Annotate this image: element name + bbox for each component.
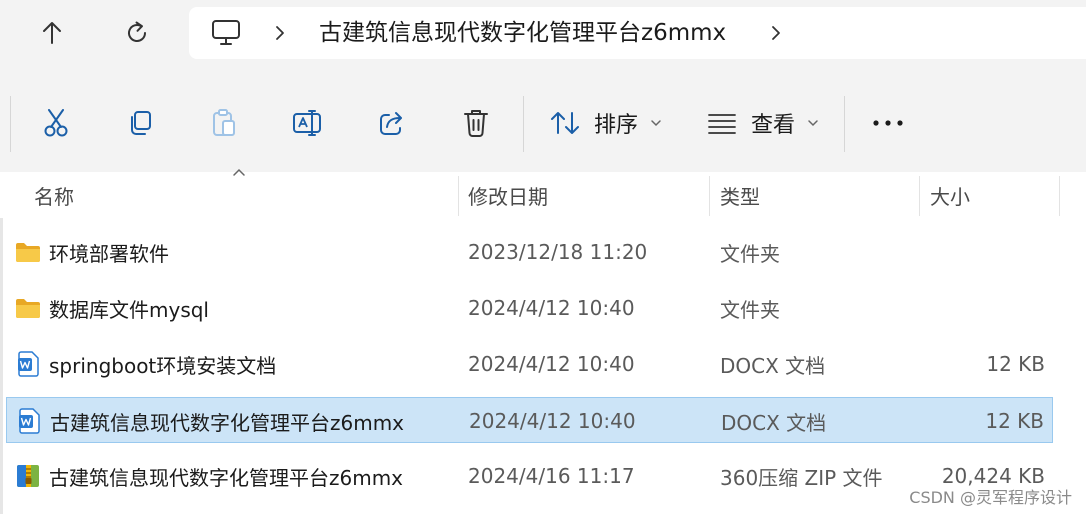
breadcrumb-current-folder[interactable]: 古建筑信息现代数字化管理平台z6mmx <box>319 17 726 49</box>
sort-menu-button[interactable]: 排序 <box>550 106 662 140</box>
divider <box>10 96 11 152</box>
file-name: 古建筑信息现代数字化管理平台z6mmx <box>49 465 404 490</box>
column-name[interactable]: 名称 <box>34 172 74 218</box>
file-name: springboot环境安装文档 <box>49 353 277 378</box>
up-button[interactable] <box>30 14 74 52</box>
rename-button[interactable] <box>288 106 328 140</box>
address-bar[interactable]: 古建筑信息现代数字化管理平台z6mmx <box>189 7 1086 59</box>
file-type: DOCX 文档 <box>720 353 826 378</box>
refresh-icon <box>128 21 146 42</box>
cut-button[interactable] <box>36 106 76 140</box>
navigation-bar: 古建筑信息现代数字化管理平台z6mmx <box>0 0 1086 74</box>
file-row-selected[interactable]: 古建筑信息现代数字化管理平台z6mmx 2024/4/12 10:40 DOCX… <box>6 397 1053 443</box>
delete-button[interactable] <box>456 106 496 140</box>
column-divider[interactable] <box>1059 176 1060 216</box>
watermark: CSDN @灵军程序设计 <box>909 488 1072 507</box>
file-type: 文件夹 <box>720 297 780 322</box>
paste-icon <box>213 109 235 136</box>
column-size-label: 大小 <box>930 184 970 209</box>
file-date: 2024/4/12 10:40 <box>469 409 636 433</box>
refresh-button[interactable] <box>115 14 159 52</box>
view-list-icon <box>708 114 736 134</box>
sort-label: 排序 <box>594 113 639 138</box>
file-row[interactable]: 古建筑信息现代数字化管理平台z6mmx 2024/4/16 11:17 360压… <box>6 453 1053 499</box>
folder-icon <box>14 285 42 331</box>
more-icon <box>873 120 903 126</box>
share-icon <box>380 112 402 135</box>
rename-icon <box>293 110 321 136</box>
file-date: 2023/12/18 11:20 <box>468 240 648 264</box>
this-pc-icon[interactable] <box>211 19 241 47</box>
pane-edge <box>0 172 3 514</box>
folder-icon <box>14 229 42 275</box>
chevron-down-icon <box>651 120 661 127</box>
copy-icon <box>131 111 151 135</box>
file-type: 文件夹 <box>720 241 780 266</box>
column-divider[interactable] <box>458 176 459 216</box>
arrow-up-icon <box>43 22 61 44</box>
column-divider[interactable] <box>709 176 710 216</box>
column-size[interactable]: 大小 <box>930 172 970 218</box>
file-type: DOCX 文档 <box>721 410 827 435</box>
file-date: 2024/4/12 10:40 <box>468 296 635 320</box>
chevron-right-icon[interactable] <box>769 24 783 42</box>
column-divider[interactable] <box>919 176 920 216</box>
more-options-button[interactable] <box>868 106 908 140</box>
column-date-label: 修改日期 <box>468 184 548 209</box>
divider <box>523 96 524 152</box>
file-date: 2024/4/16 11:17 <box>468 464 635 488</box>
column-name-label: 名称 <box>34 184 74 209</box>
column-type[interactable]: 类型 <box>720 172 760 218</box>
view-menu-button[interactable]: 查看 <box>707 106 819 140</box>
copy-button[interactable] <box>120 106 160 140</box>
column-type-label: 类型 <box>720 184 760 209</box>
paste-button[interactable] <box>204 106 244 140</box>
column-header: 名称 修改日期 类型 大小 <box>0 168 1086 218</box>
sort-ascending-icon <box>233 168 245 176</box>
file-row[interactable]: springboot环境安装文档 2024/4/12 10:40 DOCX 文档… <box>6 341 1053 387</box>
file-name: 数据库文件mysql <box>49 297 209 322</box>
word-doc-icon <box>14 341 42 387</box>
sort-icon <box>551 112 579 134</box>
trash-icon <box>464 110 488 137</box>
file-name: 古建筑信息现代数字化管理平台z6mmx <box>50 410 405 435</box>
share-button[interactable] <box>372 106 412 140</box>
file-type: 360压缩 ZIP 文件 <box>720 465 883 490</box>
file-date: 2024/4/12 10:40 <box>468 352 635 376</box>
divider <box>844 96 845 152</box>
view-label: 查看 <box>751 113 796 138</box>
chevron-down-icon <box>808 120 818 127</box>
scissors-icon <box>44 109 68 137</box>
zip-archive-icon <box>14 453 42 499</box>
file-size: 12 KB <box>985 409 1044 433</box>
column-date[interactable]: 修改日期 <box>468 172 548 218</box>
command-bar: 排序 查看 <box>0 74 1086 172</box>
file-row[interactable]: 环境部署软件 2023/12/18 11:20 文件夹 <box>6 229 1053 275</box>
file-name: 环境部署软件 <box>49 241 169 266</box>
file-row[interactable]: 数据库文件mysql 2024/4/12 10:40 文件夹 <box>6 285 1053 331</box>
file-size: 12 KB <box>986 352 1045 376</box>
word-doc-icon <box>15 398 43 444</box>
chevron-right-icon[interactable] <box>273 24 287 42</box>
